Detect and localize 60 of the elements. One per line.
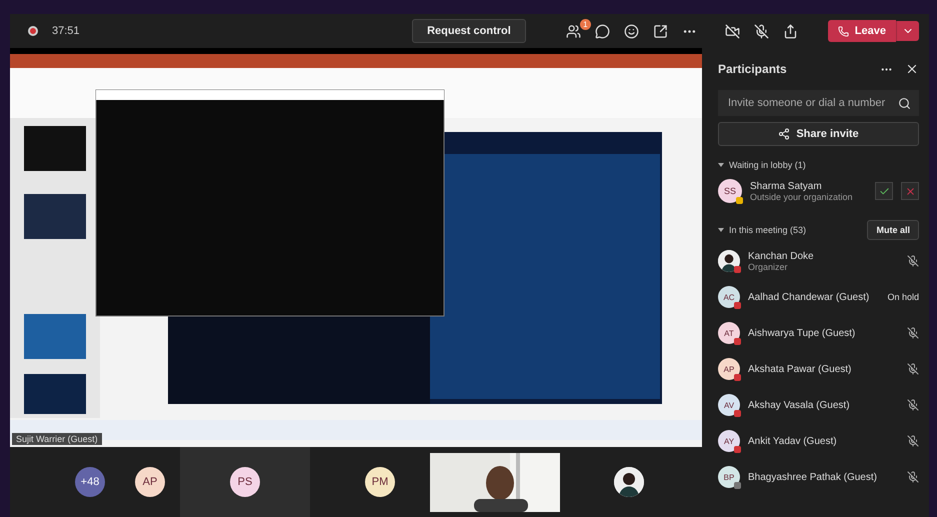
participant-name: Ankit Yadav (Guest) — [748, 436, 838, 446]
avatar: PS — [230, 467, 260, 497]
avatar: AT — [718, 322, 740, 344]
admit-button[interactable] — [875, 182, 893, 200]
participant-name: Bhagyashree Pathak (Guest) — [748, 472, 878, 482]
close-icon — [904, 186, 916, 196]
status-text: On hold — [887, 292, 919, 302]
overflow-count[interactable]: +48 — [75, 467, 105, 497]
participant-name: Akshata Pawar (Guest) — [748, 364, 852, 374]
camera-off-icon[interactable] — [724, 24, 740, 38]
avatar: AP — [135, 467, 165, 497]
mic-off-icon[interactable] — [907, 363, 919, 375]
phone-icon — [838, 26, 849, 36]
share-invite-button[interactable]: Share invite — [718, 122, 919, 146]
recording-icon — [28, 26, 38, 36]
avatar: AP — [718, 358, 740, 380]
meeting-timer: 37:51 — [52, 25, 80, 37]
request-control-button[interactable]: Request control — [412, 19, 526, 43]
caret-icon[interactable] — [718, 228, 724, 232]
section-title: Waiting in lobby (1) — [729, 160, 806, 170]
participant-name: Kanchan Doke — [748, 250, 815, 262]
chat-icon[interactable] — [594, 24, 610, 38]
participant-name: Aishwarya Tupe (Guest) — [748, 328, 856, 338]
participant-subtitle: Organizer — [748, 262, 789, 272]
participant-subtitle: Outside your organization — [750, 192, 854, 202]
caret-icon[interactable] — [718, 163, 724, 167]
close-icon[interactable] — [905, 62, 919, 76]
avatar: AV — [718, 394, 740, 416]
leave-button[interactable]: Leave — [828, 20, 896, 42]
participant-name: Akshay Vasala (Guest) — [748, 400, 851, 410]
avatar: BP — [718, 466, 740, 488]
leave-options-button[interactable] — [896, 21, 919, 41]
invite-search-field[interactable]: Invite someone or dial a number — [718, 90, 919, 116]
participant-name: Sharma Satyam — [750, 180, 823, 192]
search-icon[interactable] — [898, 96, 911, 110]
mic-off-icon[interactable] — [907, 327, 919, 339]
avatar: SS — [718, 179, 742, 203]
avatar: AC — [718, 286, 740, 308]
avatar: AY — [718, 430, 740, 452]
participant-name: Aalhad Chandewar (Guest) — [748, 292, 870, 302]
people-icon[interactable] — [566, 24, 581, 38]
video-tile[interactable]: PS — [180, 447, 310, 517]
section-title: In this meeting (53) — [729, 225, 806, 235]
avatar-photo — [718, 250, 740, 272]
check-icon — [878, 186, 890, 196]
mic-off-icon[interactable] — [907, 399, 919, 411]
mute-all-button[interactable]: Mute all — [867, 220, 919, 240]
avatar: PM — [365, 467, 395, 497]
search-input[interactable]: Invite someone or dial a number — [726, 96, 898, 110]
mic-off-icon[interactable] — [907, 435, 919, 447]
reactions-icon[interactable] — [624, 24, 639, 38]
notification-badge: 1 — [580, 18, 591, 30]
rooms-icon[interactable] — [652, 24, 668, 38]
avatar-photo — [614, 467, 644, 497]
mic-off-icon[interactable] — [907, 255, 919, 267]
share-screen-icon[interactable] — [782, 24, 798, 38]
share-icon — [778, 128, 790, 140]
mic-off-icon[interactable] — [907, 471, 919, 483]
presenter-name: Sujit Warrier (Guest) — [12, 433, 102, 445]
panel-title: Participants — [718, 62, 787, 76]
